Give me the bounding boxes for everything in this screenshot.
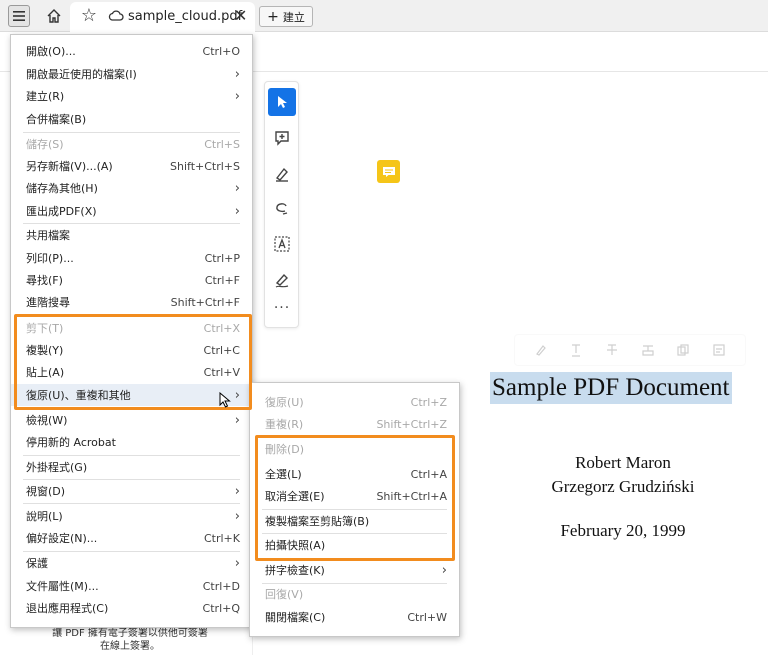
chevron-right-icon: › <box>234 180 240 196</box>
menu-item-paste[interactable]: 貼上(A) Ctrl+V <box>11 361 252 383</box>
comment-add-icon <box>275 131 289 146</box>
chevron-right-icon: › <box>234 555 240 571</box>
menu-item-help[interactable]: 說明(L) › <box>11 505 252 527</box>
author-name: Robert Maron <box>575 453 671 472</box>
menu-item-save-as[interactable]: 另存新檔(V)...(A) Shift+Ctrl+S <box>11 155 252 177</box>
document-title[interactable]: Sample PDF Document <box>490 372 732 404</box>
submenu-item-spell-check[interactable]: 拼字檢查(K) › <box>250 559 459 581</box>
menu-item-protect[interactable]: 保護 › <box>11 552 252 574</box>
tab-title: sample_cloud.pdf <box>128 9 243 24</box>
menu-item-copy[interactable]: 複製(Y) Ctrl+C <box>11 339 252 361</box>
mouse-pointer-icon <box>219 392 231 408</box>
main-menu: 開啟(O)... Ctrl+O 開啟最近使用的檔案(I) › 建立(R) › 合併檔案… <box>10 34 253 628</box>
menu-item-document-properties[interactable]: 文件屬性(M)... Ctrl+D <box>11 575 252 597</box>
menu-item-print[interactable]: 列印(P)... Ctrl+P <box>11 247 252 269</box>
tab-bar: sample_cloud.pdf ✕ ☆ + 建立 <box>0 0 768 32</box>
chevron-right-icon: › <box>234 203 240 219</box>
chevron-right-icon: › <box>441 562 447 578</box>
menu-item-cut[interactable]: 剪下(T) Ctrl+X <box>11 317 252 339</box>
select-tool[interactable] <box>268 88 296 116</box>
chevron-right-icon: › <box>234 508 240 524</box>
text-box-icon <box>274 236 290 252</box>
menu-separator <box>23 503 240 504</box>
menu-item-preferences[interactable]: 偏好設定(N)... Ctrl+K <box>11 527 252 549</box>
undo-redo-submenu: 復原(U) Ctrl+Z 重複(R) Shift+Ctrl+Z 刪除(D) 全選(L… <box>249 382 460 637</box>
menu-item-view[interactable]: 檢視(W) › <box>11 409 252 431</box>
chevron-right-icon: › <box>234 66 240 82</box>
menu-item-plugins[interactable]: 外掛程式(G) <box>11 456 252 478</box>
add-comment-tool[interactable] <box>268 124 296 152</box>
cloud-icon <box>108 9 124 24</box>
menu-item-recent-files[interactable]: 開啟最近使用的檔案(I) › <box>11 63 252 85</box>
draw-tool[interactable] <box>268 195 296 223</box>
chevron-right-icon: › <box>234 387 240 403</box>
quick-tools-bar: ··· <box>264 81 299 328</box>
menu-separator <box>23 315 240 316</box>
menu-item-save-as-other[interactable]: 儲存為其他(H) › <box>11 177 252 199</box>
menu-item-advanced-search[interactable]: 進階搜尋 Shift+Ctrl+F <box>11 291 252 313</box>
close-tab-icon[interactable]: ✕ <box>234 6 247 25</box>
menu-item-undo-redo-more[interactable]: 復原(U)、重複和其他 › <box>11 384 252 406</box>
submenu-item-deselect-all[interactable]: 取消全選(E) Shift+Ctrl+A <box>250 485 459 507</box>
submenu-item-take-snapshot[interactable]: 拍攝快照(A) <box>250 534 459 556</box>
highlight-text-icon[interactable] <box>534 343 548 357</box>
replace-text-icon[interactable] <box>641 343 655 357</box>
menu-item-disable-new-acrobat[interactable]: 停用新的 Acrobat <box>11 431 252 453</box>
menu-item-combine-files[interactable]: 合併檔案(B) <box>11 108 252 130</box>
submenu-item-delete[interactable]: 刪除(D) <box>250 438 459 460</box>
submenu-item-close-file[interactable]: 關閉檔案(C) Ctrl+W <box>250 606 459 628</box>
more-tools-icon[interactable]: ··· <box>268 300 296 316</box>
menu-item-save[interactable]: 儲存(S) Ctrl+S <box>11 133 252 155</box>
menu-item-find[interactable]: 尋找(F) Ctrl+F <box>11 269 252 291</box>
submenu-item-copy-file-to-clipboard[interactable]: 複製檔案至剪貼簿(B) <box>250 510 459 532</box>
menu-item-exit[interactable]: 退出應用程式(C) Ctrl+Q <box>11 597 252 619</box>
star-icon[interactable]: ☆ <box>78 5 100 27</box>
highlight-tool[interactable] <box>268 160 296 188</box>
submenu-item-undo[interactable]: 復原(U) Ctrl+Z <box>250 391 459 413</box>
menu-item-export-pdf[interactable]: 匯出成PDF(X) › <box>11 200 252 222</box>
underline-text-icon[interactable] <box>569 343 583 357</box>
new-tab-label: 建立 <box>282 10 305 24</box>
strikethrough-icon[interactable] <box>605 343 619 357</box>
footer-note-line: 在線上簽署。 <box>100 641 160 652</box>
menu-item-window[interactable]: 視窗(D) › <box>11 480 252 502</box>
author-name: Grzegorz Grudziński <box>551 477 695 496</box>
new-tab-button[interactable]: + 建立 <box>259 6 313 27</box>
chevron-right-icon: › <box>234 88 240 104</box>
chevron-right-icon: › <box>234 483 240 499</box>
home-icon[interactable] <box>43 5 65 27</box>
document-date: February 20, 1999 <box>560 521 686 540</box>
text-annotation-toolbar <box>514 334 746 366</box>
text-recognition-tool[interactable] <box>268 230 296 258</box>
copy-icon[interactable] <box>676 343 690 357</box>
menu-item-open[interactable]: 開啟(O)... Ctrl+O <box>11 40 252 62</box>
add-note-icon[interactable] <box>712 343 726 357</box>
menu-item-create[interactable]: 建立(R) › <box>11 85 252 107</box>
submenu-item-select-all[interactable]: 全選(L) Ctrl+A <box>250 463 459 485</box>
sign-tool[interactable] <box>268 266 296 294</box>
chevron-right-icon: › <box>234 412 240 428</box>
hamburger-menu-icon[interactable] <box>8 5 30 27</box>
lasso-draw-icon <box>276 203 288 215</box>
signature-pen-icon <box>275 273 289 288</box>
sticky-note-icon[interactable] <box>377 160 400 183</box>
plus-icon: + <box>267 8 279 25</box>
menu-item-share-file[interactable]: 共用檔案 <box>11 224 252 246</box>
cursor-arrow-icon <box>278 96 287 108</box>
submenu-item-revert[interactable]: 回復(V) <box>250 583 459 605</box>
submenu-item-redo[interactable]: 重複(R) Shift+Ctrl+Z <box>250 413 459 435</box>
highlighter-icon <box>275 167 288 182</box>
